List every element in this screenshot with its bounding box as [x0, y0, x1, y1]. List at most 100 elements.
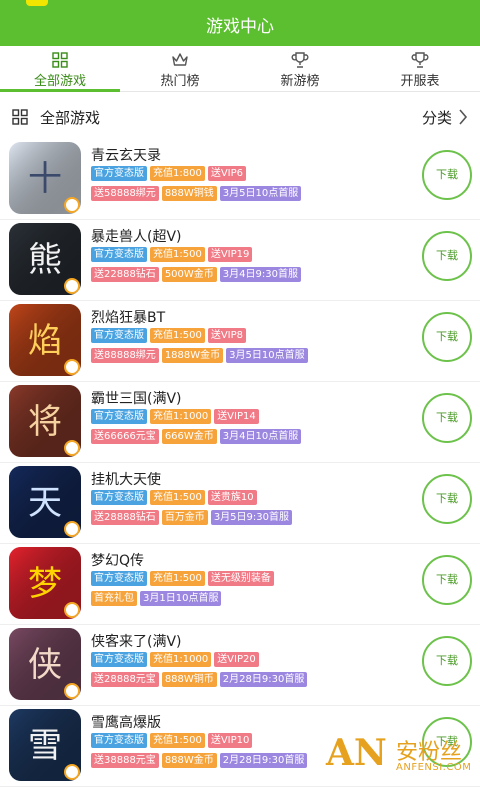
tab-all-games[interactable]: 全部游戏: [0, 46, 120, 91]
tag-badge: 充值1:1000: [150, 409, 211, 424]
tab-hot-list[interactable]: 热门榜: [120, 46, 240, 91]
download-button[interactable]: 下载: [422, 231, 472, 281]
tag-badge: 充值1:500: [150, 328, 205, 343]
game-name[interactable]: 青云玄天录: [91, 145, 161, 165]
tag-badge: 2月28日9:30首服: [220, 672, 308, 687]
svg-text:雪: 雪: [28, 726, 62, 766]
download-button[interactable]: 下载: [422, 555, 472, 605]
badge-icon: [64, 764, 80, 780]
tag-badge: 送58888绑元: [91, 186, 159, 201]
game-row[interactable]: 将 霸世三国(满V)官方变态版充值1:1000送VIP14 送66666元宝666W…: [0, 382, 480, 463]
tag-line-2: 送22888钻石500W金币3月4日9:30首服: [91, 267, 301, 282]
tag-line-2: 送28888元宝888W铜币2月28日9:30首服: [91, 672, 307, 687]
tag-badge: 2月28日9:30首服: [220, 753, 308, 768]
tag-badge: 百万金币: [162, 510, 208, 525]
tag-badge: 888W铜钱: [162, 186, 217, 201]
game-icon[interactable]: 天: [9, 466, 81, 538]
game-row[interactable]: 梦梦幻Q传官方变态版充值1:500送无级别装备首充礼包3月1日10点首服 下载: [0, 544, 480, 625]
watermark-en: ANFENSI.COM: [396, 762, 471, 773]
game-name[interactable]: 霸世三国(满V): [91, 388, 182, 408]
tag-line-1: 官方变态版充值1:1000送VIP20: [91, 652, 259, 667]
tag-badge: 3月5日10点首服: [226, 348, 307, 363]
tag-badge: 888W铜币: [162, 672, 217, 687]
tab-label: 开服表: [360, 70, 480, 89]
game-icon[interactable]: 雪: [9, 709, 81, 781]
tag-badge: 1888W金币: [162, 348, 223, 363]
tag-badge: 充值1:500: [150, 247, 205, 262]
trophy-icon: [291, 52, 309, 68]
download-button[interactable]: 下载: [422, 150, 472, 200]
page-title: 游戏中心: [0, 12, 480, 37]
game-name[interactable]: 挂机大天使: [91, 469, 161, 489]
tag-badge: 充值1:500: [150, 490, 205, 505]
category-link[interactable]: 分类: [422, 107, 452, 128]
game-row[interactable]: 熊暴走兽人(超V)官方变态版充值1:500送VIP19送22888钻石500W金…: [0, 220, 480, 301]
chevron-right-icon[interactable]: [458, 109, 468, 125]
game-list: 十青云玄天录官方变态版充值1:800送VIP6送58888绑元888W铜钱3月5…: [0, 139, 480, 787]
badge-icon: [64, 440, 80, 456]
svg-text:将: 将: [28, 402, 62, 442]
tab-new-games[interactable]: 新游榜: [240, 46, 360, 91]
tag-line-1: 官方变态版充值1:500送无级别装备: [91, 571, 274, 586]
game-name[interactable]: 暴走兽人(超V): [91, 226, 182, 246]
trophy-icon: [411, 52, 429, 68]
game-icon[interactable]: 十: [9, 142, 81, 214]
game-icon[interactable]: 侠: [9, 628, 81, 700]
tag-badge: 充值1:800: [150, 166, 205, 181]
svg-text:天: 天: [28, 483, 62, 523]
game-row[interactable]: 十青云玄天录官方变态版充值1:800送VIP6送58888绑元888W铜钱3月5…: [0, 139, 480, 220]
game-icon[interactable]: 熊: [9, 223, 81, 295]
game-row[interactable]: 焰烈焰狂暴BT官方变态版充值1:500送VIP8 送88888绑元1888W金币3…: [0, 301, 480, 382]
download-button[interactable]: 下载: [422, 636, 472, 686]
game-name[interactable]: 雪鹰高爆版: [91, 712, 161, 732]
download-button[interactable]: 下载: [422, 312, 472, 362]
tag-line-1: 官方变态版充值1:500送贵族10: [91, 490, 257, 505]
tag-badge: 666W金币: [162, 429, 217, 444]
game-icon[interactable]: 梦: [9, 547, 81, 619]
watermark-logo: AN 安粉丝 ANFENSI.COM: [326, 730, 476, 778]
tab-bar: 全部游戏 热门榜 新游榜 开服表: [0, 46, 480, 92]
download-button[interactable]: 下载: [422, 474, 472, 524]
svg-text:侠: 侠: [28, 645, 62, 685]
tag-line-1: 官方变态版充值1:1000送VIP14: [91, 409, 259, 424]
game-row[interactable]: 天 挂机大天使官方变态版充值1:500送贵族10 送28888钻石百万金币3月5日9…: [0, 463, 480, 544]
watermark-letters: AN: [326, 732, 387, 774]
game-icon[interactable]: 焰: [9, 304, 81, 376]
badge-icon: [64, 602, 80, 618]
crown-icon: [171, 52, 189, 68]
tab-label: 全部游戏: [0, 70, 120, 89]
status-indicator: [26, 0, 48, 6]
tag-badge: 送VIP8: [208, 328, 246, 343]
tag-line-2: 送66666元宝666W金币3月4日10点首服: [91, 429, 301, 444]
tag-badge: 送VIP19: [208, 247, 253, 262]
svg-text:熊: 熊: [28, 240, 62, 280]
tag-line-2: 首充礼包3月1日10点首服: [91, 591, 221, 606]
tag-badge: 充值1:500: [150, 571, 205, 586]
tag-badge: 送38888元宝: [91, 753, 159, 768]
tag-line-2: 送28888钻石百万金币3月5日9:30首服: [91, 510, 292, 525]
game-name[interactable]: 烈焰狂暴BT: [91, 307, 165, 327]
tag-badge: 充值1:1000: [150, 652, 211, 667]
game-icon[interactable]: 将: [9, 385, 81, 457]
tag-badge: 送28888钻石: [91, 510, 159, 525]
tag-badge: 送贵族10: [208, 490, 257, 505]
game-name[interactable]: 侠客来了(满V): [91, 631, 182, 651]
tab-server-schedule[interactable]: 开服表: [360, 46, 480, 91]
tag-badge: 官方变态版: [91, 733, 147, 748]
tag-badge: 500W金币: [162, 267, 217, 282]
tag-badge: 送无级别装备: [208, 571, 274, 586]
download-button[interactable]: 下载: [422, 393, 472, 443]
grid-icon: [12, 109, 28, 125]
badge-icon: [64, 359, 80, 375]
tag-badge: 3月5日10点首服: [220, 186, 301, 201]
tag-line-2: 送88888绑元1888W金币3月5日10点首服: [91, 348, 308, 363]
tag-badge: 送VIP10: [208, 733, 253, 748]
app-header: 游戏中心: [0, 0, 480, 46]
tag-line-1: 官方变态版充值1:500送VIP8: [91, 328, 246, 343]
tag-badge: 送22888钻石: [91, 267, 159, 282]
tag-badge: 送28888元宝: [91, 672, 159, 687]
game-name[interactable]: 梦幻Q传: [91, 550, 144, 570]
tab-label: 热门榜: [120, 70, 240, 89]
game-row[interactable]: 侠 侠客来了(满V)官方变态版充值1:1000送VIP20 送28888元宝888W…: [0, 625, 480, 706]
tag-badge: 送VIP14: [214, 409, 259, 424]
